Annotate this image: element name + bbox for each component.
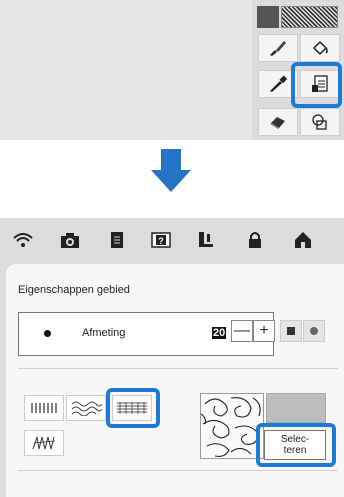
svg-text:?: ?	[158, 236, 164, 246]
size-minus-button[interactable]: —	[231, 320, 253, 342]
down-arrow-stem	[161, 149, 181, 171]
fill-bucket-icon	[312, 40, 328, 56]
select-button[interactable]: Selec- teren	[264, 430, 326, 460]
pen-size-preview	[44, 330, 51, 337]
vertical-stitch-icon	[31, 403, 57, 413]
panel-title: Eigenschappen gebied	[18, 284, 130, 296]
round-shape-button[interactable]	[303, 320, 325, 342]
help-icon[interactable]: ?	[148, 227, 174, 253]
drawing-canvas[interactable]	[0, 0, 252, 140]
stitch-type-vertical-button[interactable]	[24, 395, 64, 421]
line-color-swatch[interactable]	[257, 6, 279, 28]
size-plus-button[interactable]: +	[253, 320, 275, 342]
shape-icon	[312, 114, 327, 130]
fill-stitch-highlight	[106, 388, 160, 428]
square-icon	[287, 327, 295, 335]
lock-icon[interactable]	[242, 227, 268, 253]
camera-icon[interactable]	[57, 227, 83, 253]
stitch-pattern-preview	[200, 393, 264, 459]
brush-tool-button[interactable]	[258, 34, 298, 62]
area-properties-highlight	[291, 62, 342, 108]
brush-icon	[270, 41, 286, 56]
pattern-stitch-icon	[71, 401, 102, 416]
eraser-icon	[270, 117, 285, 129]
shape-tool-button[interactable]	[300, 108, 340, 136]
stitch-type-pattern-button[interactable]	[66, 395, 106, 421]
eraser-tool-button[interactable]	[258, 108, 298, 136]
wifi-icon[interactable]	[10, 227, 36, 253]
pattern-color-button[interactable]	[266, 393, 326, 423]
document-icon[interactable]	[104, 227, 130, 253]
swirl-pattern-icon	[201, 397, 261, 457]
fill-pattern-swatch[interactable]	[281, 6, 338, 28]
section-divider	[18, 368, 338, 369]
eyedropper-icon	[270, 75, 288, 92]
section-divider-bottom	[18, 470, 338, 471]
stitch-type-scribble-button[interactable]	[24, 430, 64, 456]
circle-icon	[310, 327, 318, 335]
square-shape-button[interactable]	[280, 320, 302, 342]
select-button-label-line2: teren	[283, 445, 307, 456]
size-value: 20	[212, 327, 227, 339]
fill-tool-button[interactable]	[300, 34, 340, 62]
home-icon[interactable]	[290, 227, 316, 253]
down-arrow-icon	[151, 170, 191, 192]
size-label: Afmeting	[82, 327, 126, 339]
embroidery-foot-icon[interactable]	[193, 227, 219, 253]
scribble-stitch-icon	[32, 436, 56, 450]
select-button-label-line1: Selec-	[280, 434, 310, 445]
